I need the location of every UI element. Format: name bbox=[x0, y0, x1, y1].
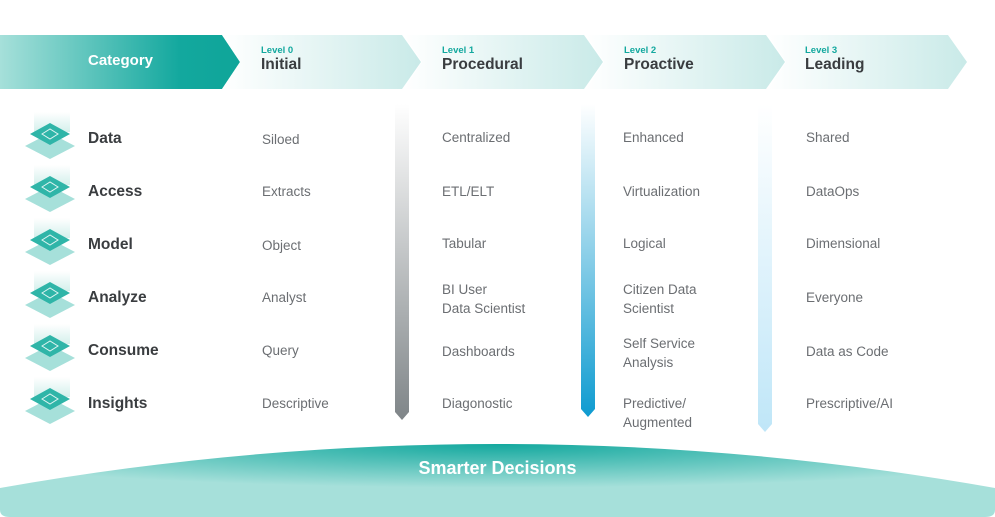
category-label: Analyze bbox=[88, 289, 147, 306]
insights-layer-icon bbox=[25, 377, 75, 424]
access-layer-icon bbox=[25, 165, 75, 212]
maturity-cell-level-1: ETL/ELT bbox=[442, 184, 495, 199]
analyze-layer-icon bbox=[25, 271, 75, 318]
maturity-cell-level-1: Diagonostic bbox=[442, 396, 513, 411]
level-2-name: Proactive bbox=[624, 56, 694, 73]
level-2-title: Level 2 Proactive bbox=[624, 45, 694, 74]
maturity-cell-level-3: Dimensional bbox=[806, 236, 881, 251]
category-row: Access bbox=[22, 165, 222, 215]
level-1-name: Procedural bbox=[442, 56, 523, 73]
consume-layer-icon bbox=[25, 324, 75, 371]
maturity-cell-level-0: Analyst bbox=[262, 290, 307, 305]
maturity-cell-level-3: DataOps bbox=[806, 184, 860, 199]
maturity-cell-level-2: Citizen Data Scientist bbox=[623, 282, 697, 316]
category-label: Insights bbox=[88, 395, 148, 412]
category-row: Model bbox=[22, 218, 222, 268]
database-layer-icon bbox=[25, 112, 75, 159]
maturity-cell-level-2: Logical bbox=[623, 236, 666, 251]
maturity-cell-level-2: Virtualization bbox=[623, 184, 701, 199]
maturity-cell-level-1: Centralized bbox=[442, 130, 511, 145]
level-3-progress-bar bbox=[758, 104, 772, 432]
maturity-cell-level-0: Siloed bbox=[262, 132, 300, 147]
smarter-decisions-label: Smarter Decisions bbox=[418, 458, 577, 478]
maturity-cell-level-1: BI User Data Scientist bbox=[442, 282, 526, 316]
category-label: Data bbox=[88, 130, 122, 147]
category-row: Analyze bbox=[22, 271, 222, 321]
maturity-cell-level-0: Query bbox=[262, 343, 299, 358]
level-0-number: Level 0 bbox=[261, 45, 294, 56]
level-2-progress-bar bbox=[581, 104, 595, 417]
level-0-name: Initial bbox=[261, 56, 302, 73]
level-0-header bbox=[222, 35, 422, 89]
level-3-chevron-shape bbox=[768, 35, 967, 89]
level-0-chevron-shape bbox=[222, 35, 421, 89]
level-1-title: Level 1 Procedural bbox=[442, 45, 523, 74]
maturity-cell-level-3: Data as Code bbox=[806, 344, 889, 359]
maturity-cell-level-0: Extracts bbox=[262, 184, 311, 199]
level-3-number: Level 3 bbox=[805, 45, 838, 56]
category-row: Consume bbox=[22, 324, 222, 374]
level-3-header bbox=[768, 35, 968, 89]
category-header-label: Category bbox=[88, 52, 154, 69]
level-3-name: Leading bbox=[805, 56, 865, 73]
category-label: Consume bbox=[88, 342, 159, 359]
level-0-title: Level 0 Initial bbox=[261, 45, 301, 74]
category-label: Access bbox=[88, 183, 143, 200]
level-1-number: Level 1 bbox=[442, 45, 475, 56]
category-row: Insights bbox=[22, 377, 222, 427]
level-1-progress-bar bbox=[395, 104, 409, 420]
category-label: Model bbox=[88, 236, 133, 253]
maturity-cell-level-2: Enhanced bbox=[623, 130, 684, 145]
maturity-cell-level-3: Prescriptive/AI bbox=[806, 396, 894, 411]
maturity-cell-level-2: Predictive/ Augmented bbox=[623, 396, 693, 430]
maturity-cell-level-1: Dashboards bbox=[442, 344, 515, 359]
maturity-cell-level-3: Everyone bbox=[806, 290, 864, 305]
maturity-cell-level-0: Object bbox=[262, 238, 302, 253]
model-layer-icon bbox=[25, 218, 75, 265]
level-3-title: Level 3 Leading bbox=[805, 45, 864, 74]
maturity-cell-level-0: Descriptive bbox=[262, 396, 329, 411]
maturity-cell-level-2: Self Service Analysis bbox=[623, 336, 696, 370]
maturity-cell-level-1: Tabular bbox=[442, 236, 487, 251]
category-row: Data bbox=[22, 112, 222, 162]
maturity-cell-level-3: Shared bbox=[806, 130, 850, 145]
level-2-number: Level 2 bbox=[624, 45, 657, 56]
